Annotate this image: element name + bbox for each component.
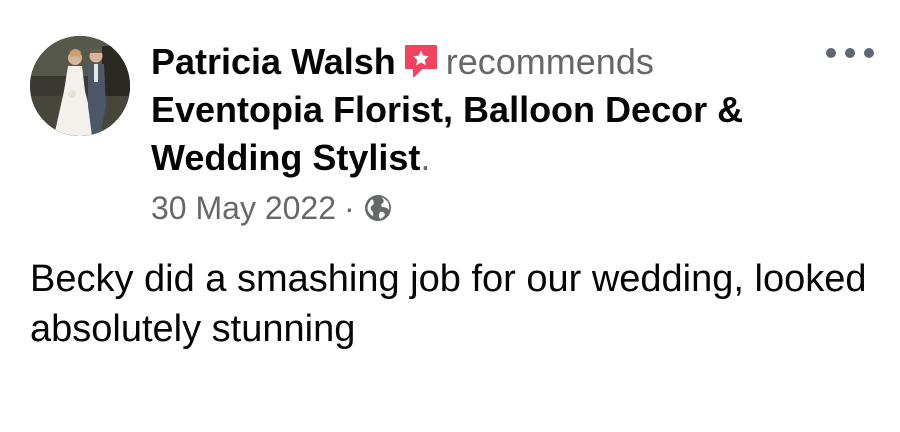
sentence-period: . xyxy=(420,137,431,178)
more-options-icon[interactable] xyxy=(826,40,874,66)
more-dot xyxy=(845,48,855,58)
post-meta: 30 May 2022 · xyxy=(151,188,393,228)
globe-icon[interactable] xyxy=(363,193,393,223)
more-dot xyxy=(826,48,836,58)
recommend-star-icon xyxy=(402,42,440,80)
recommendation-post: Patricia Walsh recommends Eventopia Flor… xyxy=(0,0,900,432)
author-name[interactable]: Patricia Walsh xyxy=(151,41,396,82)
avatar[interactable] xyxy=(30,36,130,136)
post-header: Patricia Walsh recommends Eventopia Flor… xyxy=(151,38,791,182)
post-date[interactable]: 30 May 2022 xyxy=(151,188,336,228)
more-dot xyxy=(864,48,874,58)
recommended-page-link[interactable]: Eventopia Florist, Balloon Decor & Weddi… xyxy=(151,89,743,178)
recommends-label: recommends xyxy=(445,41,654,82)
meta-separator: · xyxy=(344,190,355,226)
post-text: Becky did a smashing job for our wedding… xyxy=(30,258,867,350)
